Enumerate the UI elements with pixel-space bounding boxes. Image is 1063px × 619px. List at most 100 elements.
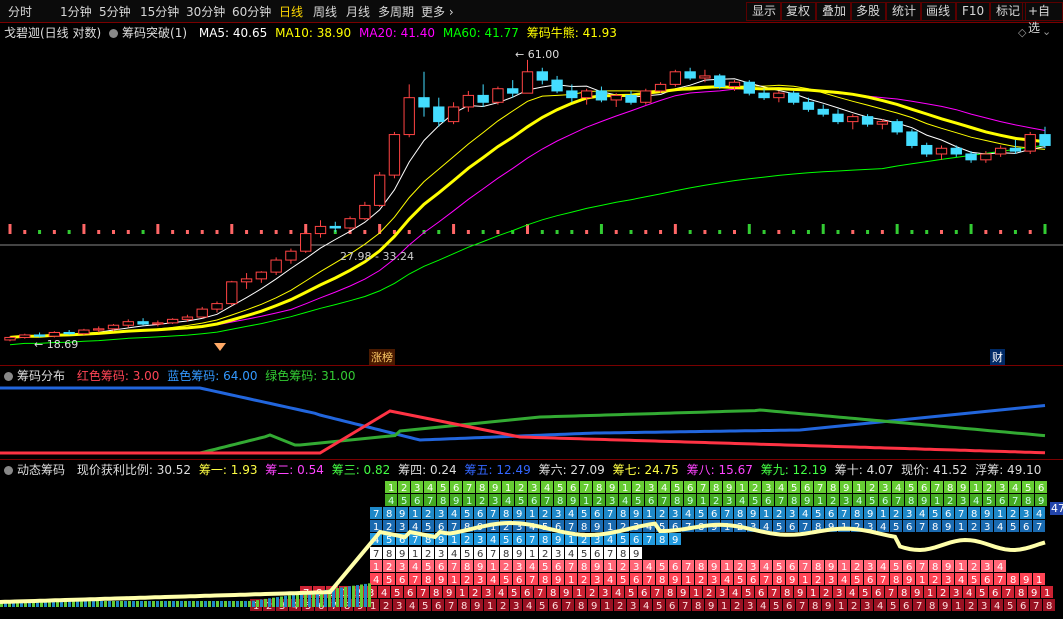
candle-body — [861, 116, 874, 125]
indicator-selector[interactable]: 筹码突破(1) — [109, 26, 191, 40]
chip-cell-number: 1 — [724, 562, 730, 573]
period-tab-4[interactable]: 30分钟 — [186, 3, 225, 20]
candle-body — [743, 81, 755, 94]
chevron-down-icon[interactable]: ⌄ — [1042, 25, 1051, 38]
chip-stripe — [268, 598, 271, 607]
candlestick-chart[interactable]: ← 61.00 ← 18.69 27.98 - 33.24 — [0, 44, 1063, 363]
chip-cell-number: 7 — [1005, 588, 1011, 599]
chip-cell-number: 5 — [440, 483, 446, 494]
period-tab-3[interactable]: 15分钟 — [140, 3, 179, 20]
period-tab-5[interactable]: 60分钟 — [232, 3, 271, 20]
chip-cell-number: 3 — [999, 483, 1005, 494]
chip-cell-number: 5 — [511, 588, 517, 599]
chip-cell-number: 3 — [414, 483, 420, 494]
candle-body — [787, 92, 800, 103]
chip-cell-number: 3 — [630, 601, 636, 612]
chip-cell-number: 6 — [407, 588, 413, 599]
volume-tick — [215, 230, 219, 234]
chip-stripe — [132, 601, 135, 607]
period-tab-6[interactable]: 日线 — [279, 3, 303, 20]
chip-cell-number: 3 — [477, 575, 483, 586]
toolbar-button-3[interactable]: 多股 — [850, 2, 887, 21]
volume-tick — [540, 230, 544, 234]
chip-cell-number: 5 — [890, 601, 896, 612]
chip-cell-number: 5 — [854, 575, 860, 586]
chip-cell-number: 4 — [451, 509, 457, 520]
chip-cell-number: 9 — [1023, 575, 1029, 586]
volume-tick — [274, 230, 278, 234]
stock-name: 戈碧迦(日线 对数) — [4, 26, 102, 40]
chip-cell-number: 7 — [544, 496, 550, 507]
candle-body — [492, 88, 504, 103]
volume-tick — [200, 230, 204, 234]
chip-cell-number: 8 — [674, 496, 680, 507]
chip-cell-number: 4 — [661, 483, 667, 494]
dynamic-chip-chart[interactable]: 1234567891234567891234567891234567891234… — [0, 477, 1063, 619]
chip-cell-number: 6 — [594, 509, 600, 520]
chip-cell-number: 8 — [932, 562, 938, 573]
chip-cell-number: 1 — [583, 496, 589, 507]
chip-cell-number: 1 — [607, 562, 613, 573]
more-periods-button[interactable]: 更多 › — [421, 3, 454, 20]
chip-cell-number: 4 — [409, 601, 415, 612]
more-label: 更多 — [421, 5, 446, 19]
chip-stripe — [256, 600, 259, 607]
chip-cell-number: 4 — [994, 601, 1000, 612]
chip-cell-number: 6 — [711, 509, 717, 520]
toolbar-button-4[interactable]: 统计 — [886, 2, 923, 21]
volume-tick — [1013, 230, 1017, 234]
candle-body — [433, 106, 445, 123]
finance-badge: 财 — [990, 349, 1005, 365]
chip-stripe — [168, 601, 171, 607]
period-tab-8[interactable]: 月线 — [346, 3, 370, 20]
chip-stripe — [196, 601, 199, 607]
chip-cell-number: 7 — [373, 509, 379, 520]
chip-cell-number: 2 — [986, 483, 992, 494]
candle-body — [329, 225, 341, 229]
chip-cell-number: 4 — [526, 601, 532, 612]
toolbar-button-8[interactable]: +自选 — [1022, 2, 1063, 35]
candle-body — [507, 88, 519, 94]
toolbar-button-1[interactable]: 复权 — [780, 2, 817, 21]
chip-cell-number: 2 — [472, 588, 478, 599]
chip-cell-number: 6 — [516, 535, 522, 546]
chip-cell-number: 1 — [934, 496, 940, 507]
chip-cell-number: 9 — [570, 496, 576, 507]
toolbar-button-0[interactable]: 显示 — [746, 2, 783, 21]
chip-cell-number: 1 — [388, 483, 394, 494]
candle-body — [610, 94, 622, 101]
chip-cell-number: 2 — [617, 601, 623, 612]
chip-cell-number: 8 — [440, 496, 446, 507]
dyn-panel-selector[interactable]: 动态筹码 — [4, 463, 69, 477]
green-chip-line — [0, 408, 1046, 455]
period-tab-2[interactable]: 5分钟 — [99, 3, 131, 20]
toolbar-button-2[interactable]: 叠加 — [816, 2, 853, 21]
chip-panel-selector[interactable]: 筹码分布 — [4, 369, 69, 383]
chip-cell-number: 8 — [503, 509, 509, 520]
chip-cell-number: 3 — [477, 535, 483, 546]
chip-cell-number: 6 — [765, 496, 771, 507]
chip-cell-number: 1 — [700, 496, 706, 507]
toolbar-button-6[interactable]: F10 — [956, 2, 991, 21]
chip-cell-number: 1 — [529, 549, 535, 560]
toolbar-button-5[interactable]: 画线 — [920, 2, 957, 21]
chip-cell-number: 5 — [737, 575, 743, 586]
period-tab-1[interactable]: 1分钟 — [60, 3, 92, 20]
toolbar-button-7[interactable]: 标记 — [990, 2, 1027, 21]
chip-cell-number: 8 — [929, 601, 935, 612]
chip-cell-number: 3 — [438, 549, 444, 560]
chip-cell-number: 3 — [984, 522, 990, 533]
period-tab-0[interactable]: 分时 — [8, 3, 32, 20]
chip-cell-number: 6 — [438, 562, 444, 573]
period-tab-9[interactable]: 多周期 — [378, 3, 414, 20]
chip-cell-number: 4 — [877, 601, 883, 612]
chip-cell-number: 1 — [802, 575, 808, 586]
period-tab-7[interactable]: 周线 — [313, 3, 337, 20]
candle-body — [270, 259, 282, 273]
chip-cell-number: 3 — [648, 483, 654, 494]
chip-cell-number: 6 — [453, 483, 459, 494]
diamond-icon[interactable]: ◇ — [1018, 26, 1026, 39]
chip-distribution-chart[interactable] — [0, 383, 1063, 457]
chip-cell-number: 8 — [542, 575, 548, 586]
chip-cell-number: 6 — [687, 483, 693, 494]
